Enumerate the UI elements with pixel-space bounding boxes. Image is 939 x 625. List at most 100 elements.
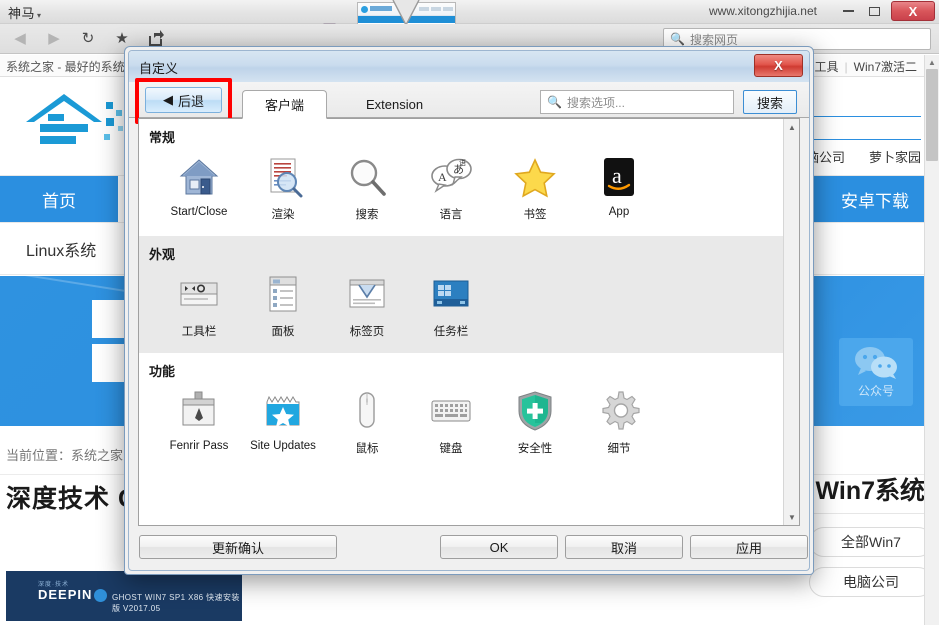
toolbar-icon <box>177 273 221 315</box>
deepin-banner: 深度·技术 DEEPIN GHOST WIN7 SP1 X86 快速安装版 V2… <box>6 571 242 621</box>
site-nav-home[interactable]: 首页 <box>0 176 118 222</box>
site-topbar-tools-link[interactable]: 工具 <box>815 60 839 74</box>
option-start-close[interactable]: Start/Close <box>157 156 241 222</box>
option-mouse[interactable]: 鼠标 <box>325 390 409 456</box>
window-controls: X <box>835 1 935 21</box>
option-label: Fenrir Pass <box>169 440 229 452</box>
share-icon[interactable] <box>146 28 166 48</box>
option-label: 书签 <box>523 209 547 221</box>
option-language[interactable]: A あ 语 语言 <box>409 156 493 222</box>
wechat-label: 公众号 <box>857 384 894 398</box>
dialog-scrollbar[interactable]: ▲ ▼ <box>783 119 799 525</box>
filter-pill-all-win7[interactable]: 全部Win7 <box>809 527 933 557</box>
fenrir-pass-icon <box>177 390 221 432</box>
search-icon: 🔍 <box>670 32 685 46</box>
scroll-up-icon[interactable]: ▲ <box>784 119 799 135</box>
reload-icon[interactable]: ↻ <box>78 28 98 48</box>
site-nav-android[interactable]: 安卓下载 <box>811 176 939 222</box>
minimize-button[interactable] <box>835 1 861 21</box>
svg-text:a: a <box>612 163 622 188</box>
option-label: 面板 <box>271 326 295 338</box>
option-tab-page[interactable]: 标签页 <box>325 273 409 339</box>
browser-brand-menu[interactable]: 神马 ▾ <box>8 3 42 22</box>
site-topbar-win7-link[interactable]: Win7激活二 <box>854 60 917 74</box>
star-bookmark-icon <box>513 156 557 198</box>
option-bookmark[interactable]: 书签 <box>493 156 577 222</box>
svg-text:A: A <box>438 170 447 184</box>
maximize-button[interactable] <box>861 1 887 21</box>
render-page-icon <box>261 156 305 198</box>
section-features: 功能 Fenrir Pass Site Updates 鼠标 键盘 安全性 细节 <box>139 353 799 470</box>
section-general: 常规 Start/Close 渲染 搜索 A あ 语 语言 书签 a App <box>139 119 799 236</box>
section-appearance-title: 外观 <box>149 247 176 262</box>
back-icon[interactable]: ◀ <box>10 28 30 48</box>
scroll-down-icon[interactable]: ▼ <box>784 509 799 525</box>
chevron-down-icon: ▾ <box>37 11 42 20</box>
option-keyboard[interactable]: 键盘 <box>409 390 493 456</box>
deepin-banner-text: GHOST WIN7 SP1 X86 快速安装版 V2017.05 <box>112 593 240 613</box>
dialog-search-button[interactable]: 搜索 <box>743 90 797 114</box>
back-button[interactable]: ◀ 后退 <box>145 87 222 113</box>
dialog-search-box[interactable]: 🔍 搜索选项... <box>540 90 734 114</box>
bookmark-star-icon[interactable]: ★ <box>112 28 132 48</box>
option-label: 搜索 <box>355 209 379 221</box>
option-label: 细节 <box>607 443 631 455</box>
filter-pill-dngs[interactable]: 电脑公司 <box>809 567 933 597</box>
back-arrow-icon: ◀ <box>162 92 173 107</box>
wechat-public-widget[interactable]: 公众号 <box>839 338 913 406</box>
amazon-app-icon: a <box>597 156 641 198</box>
option-taskbar[interactable]: 任务栏 <box>409 273 493 339</box>
section-general-items: Start/Close 渲染 搜索 A あ 语 语言 书签 a App <box>139 146 799 236</box>
tab-client[interactable]: 客户端 <box>242 90 328 119</box>
option-label: Site Updates <box>250 440 316 452</box>
section-appearance: 外观 工具栏 面板 标签页 任务栏 <box>139 236 799 353</box>
minimize-icon <box>842 10 854 12</box>
site-nav-linux[interactable]: Linux系统 <box>0 237 122 261</box>
option-details[interactable]: 细节 <box>577 390 661 456</box>
dialog-title: 自定义 <box>139 61 179 76</box>
search-icon: 🔍 <box>547 95 562 109</box>
nav-icon-group: ◀ ▶ ↻ ★ <box>10 28 166 48</box>
screen: 系统之家 - 最好的系统 工具|Win7激活二 系统之家 <box>0 0 939 625</box>
option-label: 工具栏 <box>181 326 217 338</box>
option-label: Start/Close <box>170 206 228 218</box>
section-appearance-items: 工具栏 面板 标签页 任务栏 <box>139 263 799 353</box>
option-render[interactable]: 渲染 <box>241 156 325 222</box>
section-general-title: 常规 <box>149 130 176 145</box>
sidebar-right-title: Win7系统 <box>815 477 926 505</box>
mouse-icon <box>345 390 389 432</box>
wechat-icon <box>853 346 899 385</box>
option-label: 键盘 <box>439 443 463 455</box>
browser-search-placeholder: 搜索网页 <box>689 32 738 47</box>
option-label: 渲染 <box>271 209 295 221</box>
option-toolbar[interactable]: 工具栏 <box>157 273 241 339</box>
section-features-title: 功能 <box>149 364 176 379</box>
deepin-banner-circle-icon <box>94 589 107 602</box>
close-button[interactable]: X <box>891 1 935 21</box>
site-topbar-right: 工具 | Win7激活二 <box>815 58 917 75</box>
deepin-banner-logo: DEEPIN <box>38 587 93 602</box>
dialog-close-button[interactable]: X <box>754 54 803 77</box>
page-scroll-thumb[interactable] <box>926 69 938 161</box>
apply-button[interactable]: 应用 <box>690 535 808 559</box>
dialog-content-area: 常规 Start/Close 渲染 搜索 A あ 语 语言 书签 a App 外… <box>138 118 800 526</box>
language-bubbles-icon: A あ 语 <box>429 156 473 198</box>
option-app[interactable]: a App <box>577 156 661 222</box>
option-security[interactable]: 安全性 <box>493 390 577 456</box>
update-confirm-button[interactable]: 更新确认 <box>139 535 337 559</box>
hot-word-1[interactable]: 萝卜家园 <box>869 147 921 166</box>
cancel-button[interactable]: 取消 <box>565 535 683 559</box>
topbar-separator: | <box>844 60 848 74</box>
page-scrollbar[interactable]: ▲ <box>924 55 939 625</box>
page-scroll-up-icon[interactable]: ▲ <box>928 58 936 67</box>
forward-icon[interactable]: ▶ <box>44 28 64 48</box>
option-panel[interactable]: 面板 <box>241 273 325 339</box>
svg-text:语: 语 <box>459 158 466 167</box>
browser-brand-label: 神马 <box>8 6 36 21</box>
option-search[interactable]: 搜索 <box>325 156 409 222</box>
option-site-updates[interactable]: Site Updates <box>241 390 325 456</box>
ok-button[interactable]: OK <box>440 535 558 559</box>
dialog-tabbar: ◀ 后退 客户端 Extension 🔍 搜索选项... 搜索 <box>129 78 809 124</box>
tab-extension[interactable]: Extension <box>344 90 445 119</box>
option-fenrir-pass[interactable]: Fenrir Pass <box>157 390 241 456</box>
